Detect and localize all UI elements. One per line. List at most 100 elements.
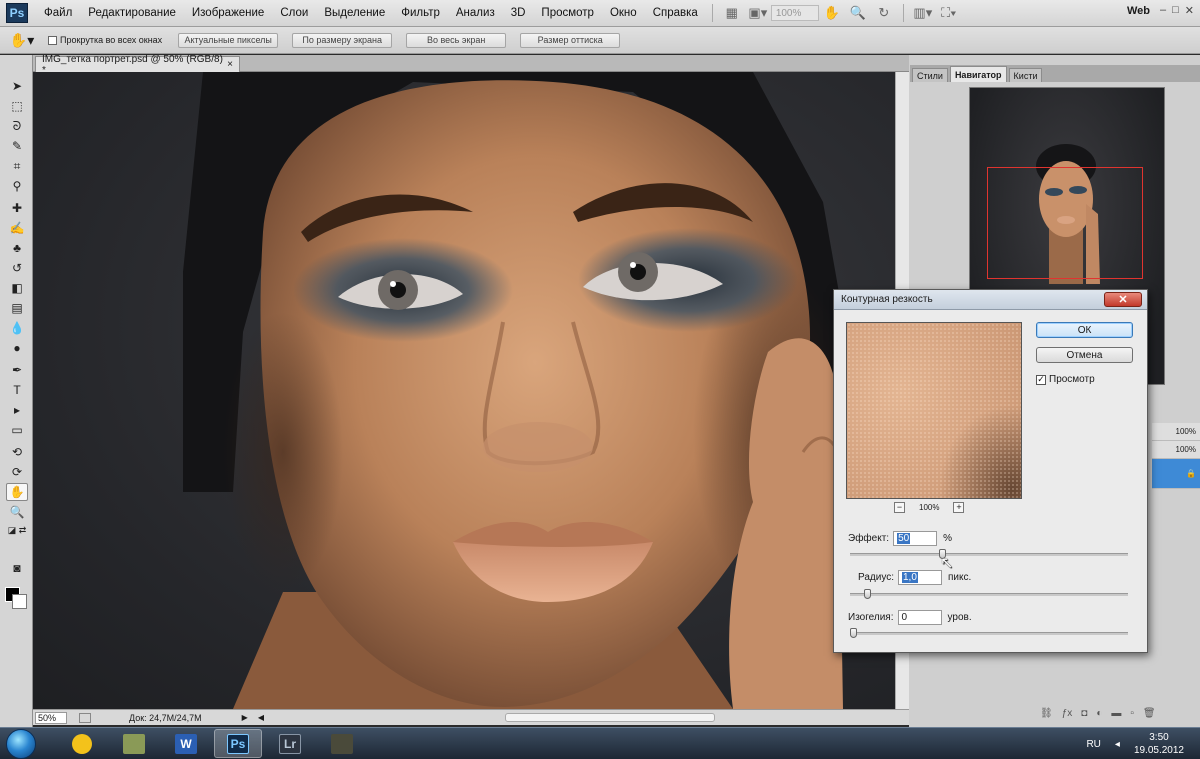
zoom-level-field[interactable]: 100% (770, 5, 819, 21)
tab-navigator[interactable]: Навигатор (949, 66, 1007, 82)
minimize-button[interactable]: – (1160, 4, 1166, 17)
group-icon[interactable]: ▬ (1111, 708, 1121, 719)
radius-input[interactable]: 1,0 (898, 570, 942, 585)
clone-stamp-tool-icon[interactable]: ♣ (6, 239, 28, 257)
lasso-tool-icon[interactable]: ᘐ (6, 117, 28, 135)
history-brush-tool-icon[interactable]: ↺ (6, 259, 28, 277)
dialog-close-button[interactable]: ✕ (1104, 292, 1142, 307)
close-tab-icon[interactable]: × (227, 59, 233, 70)
menu-image[interactable]: Изображение (184, 7, 272, 19)
amount-slider[interactable] (850, 549, 1128, 559)
shape-tool-icon[interactable]: ▭ (6, 421, 28, 439)
marquee-tool-icon[interactable]: ⬚ (6, 97, 28, 115)
scroll-left-arrow-icon[interactable]: ◀ (258, 713, 264, 722)
tab-styles[interactable]: Стили (912, 68, 948, 82)
taskbar-app-camtasia[interactable] (318, 729, 366, 758)
menu-filter[interactable]: Фильтр (393, 7, 448, 19)
taskbar-app-lightroom[interactable]: Lr (266, 729, 314, 758)
menu-layers[interactable]: Слои (272, 7, 316, 19)
tab-brushes[interactable]: Кисти (1008, 68, 1043, 82)
zoom-tool-icon[interactable]: 🔍 (6, 503, 28, 521)
threshold-slider[interactable] (850, 628, 1128, 638)
zoom-out-button[interactable]: − (894, 502, 905, 513)
selected-layer-row[interactable]: 🔒 (1152, 459, 1200, 489)
language-indicator[interactable]: RU (1086, 739, 1100, 750)
quick-selection-tool-icon[interactable]: ✎ (6, 137, 28, 155)
quick-mask-icon[interactable]: ◙ (6, 559, 28, 577)
menu-edit[interactable]: Редактирование (80, 7, 184, 19)
menu-view[interactable]: Просмотр (533, 7, 602, 19)
gradient-tool-icon[interactable]: ▤ (6, 299, 28, 317)
move-tool-icon[interactable]: ➤ (6, 77, 28, 95)
cancel-button[interactable]: Отмена (1036, 347, 1133, 363)
background-color-swatch[interactable] (12, 594, 27, 609)
new-layer-icon[interactable]: ▫ (1130, 708, 1134, 719)
preview-checkbox[interactable]: ✓ Просмотр (1036, 374, 1095, 385)
blur-tool-icon[interactable]: 💧 (6, 319, 28, 337)
navigator-view-rectangle[interactable] (987, 167, 1143, 279)
menu-3d[interactable]: 3D (503, 7, 534, 19)
menu-analysis[interactable]: Анализ (448, 7, 503, 19)
zoom-tool-icon[interactable]: 🔍 (849, 5, 867, 21)
taskbar-app-word[interactable]: W (162, 729, 210, 758)
crop-tool-icon[interactable]: ⌗ (6, 157, 28, 175)
dodge-tool-icon[interactable]: ● (6, 339, 28, 357)
arrange-documents-icon[interactable]: ▥▾ (913, 5, 932, 21)
workspace-switcher[interactable]: Web (1127, 5, 1150, 17)
close-button[interactable]: ✕ (1185, 4, 1194, 17)
type-tool-icon[interactable]: T (6, 381, 28, 399)
document-tab[interactable]: IMG_тетка портрет.psd @ 50% (RGB/8) * × (35, 54, 240, 76)
scroll-all-windows-checkbox[interactable]: Прокрутка во всех окнах (48, 35, 162, 45)
dialog-title-bar[interactable]: Контурная резкость ✕ (834, 290, 1147, 310)
menu-window[interactable]: Окно (602, 7, 645, 19)
hand-tool-preset-icon[interactable]: ✋▾ (8, 29, 36, 51)
3d-orbit-tool-icon[interactable]: ⟳ (6, 463, 28, 481)
default-colors-icon[interactable]: ◪ ⇄ (6, 521, 28, 539)
bridge-icon[interactable]: ▦ (723, 5, 741, 21)
eyedropper-tool-icon[interactable]: ⚲ (6, 177, 28, 195)
menu-help[interactable]: Справка (645, 7, 706, 19)
trash-icon[interactable]: 🗑 (1143, 708, 1156, 719)
taskbar-app-photoshop[interactable]: Ps (214, 729, 262, 758)
radius-slider[interactable] (850, 589, 1128, 599)
screen-mode-icon[interactable]: ⛶▾ (940, 5, 958, 21)
print-size-button[interactable]: Размер оттиска (520, 32, 621, 48)
status-menu-arrow-icon[interactable]: ▶ (242, 713, 248, 722)
eraser-tool-icon[interactable]: ◧ (6, 279, 28, 297)
status-preview-icon[interactable] (79, 712, 91, 723)
hand-tool-icon[interactable]: ✋ (6, 483, 28, 501)
fill-screen-button[interactable]: Во весь экран (406, 32, 507, 48)
taskbar-app-folder[interactable] (110, 729, 158, 758)
taskbar-app-norton[interactable] (58, 729, 106, 758)
tray-arrow-icon[interactable]: ◂ (1115, 739, 1120, 750)
layer-row[interactable]: 100% (1152, 423, 1200, 441)
fit-screen-button[interactable]: По размеру экрана (292, 32, 393, 48)
start-button[interactable] (6, 728, 36, 759)
menu-file[interactable]: Файл (36, 7, 80, 19)
actual-pixels-button[interactable]: Актуальные пикселы (178, 32, 279, 48)
fx-icon[interactable]: ƒx (1062, 708, 1073, 719)
adjustment-icon[interactable]: ◐ (1096, 708, 1102, 719)
clock[interactable]: 3:50 19.05.2012 (1134, 731, 1184, 757)
path-selection-tool-icon[interactable]: ▸ (6, 401, 28, 419)
zoom-percentage-field[interactable]: 50% (35, 711, 67, 724)
zoom-in-button[interactable]: + (953, 502, 965, 513)
menu-select[interactable]: Выделение (316, 7, 393, 19)
threshold-input[interactable]: 0 (897, 610, 942, 625)
layer-row[interactable]: 100% (1152, 441, 1200, 459)
ok-button[interactable]: ОК (1036, 322, 1133, 338)
amount-input[interactable]: 50 (893, 531, 938, 546)
maximize-button[interactable]: □ (1172, 4, 1179, 17)
document-canvas[interactable] (33, 72, 895, 709)
mask-icon[interactable]: ◘ (1081, 708, 1087, 719)
threshold-slider-thumb[interactable] (850, 628, 857, 638)
brush-tool-icon[interactable]: ✍ (6, 219, 28, 237)
horizontal-scrollbar-thumb[interactable] (505, 713, 715, 722)
radius-slider-thumb[interactable] (864, 589, 871, 599)
filter-preview-window[interactable] (846, 322, 1022, 499)
hand-tool-icon[interactable]: ✋ (823, 5, 841, 21)
rotate-view-icon[interactable]: ↻ (875, 5, 893, 21)
link-layers-icon[interactable]: ⛓ (1040, 708, 1053, 719)
3d-rotate-tool-icon[interactable]: ⟲ (6, 443, 28, 461)
view-extras-icon[interactable]: ▣▾ (748, 5, 767, 21)
